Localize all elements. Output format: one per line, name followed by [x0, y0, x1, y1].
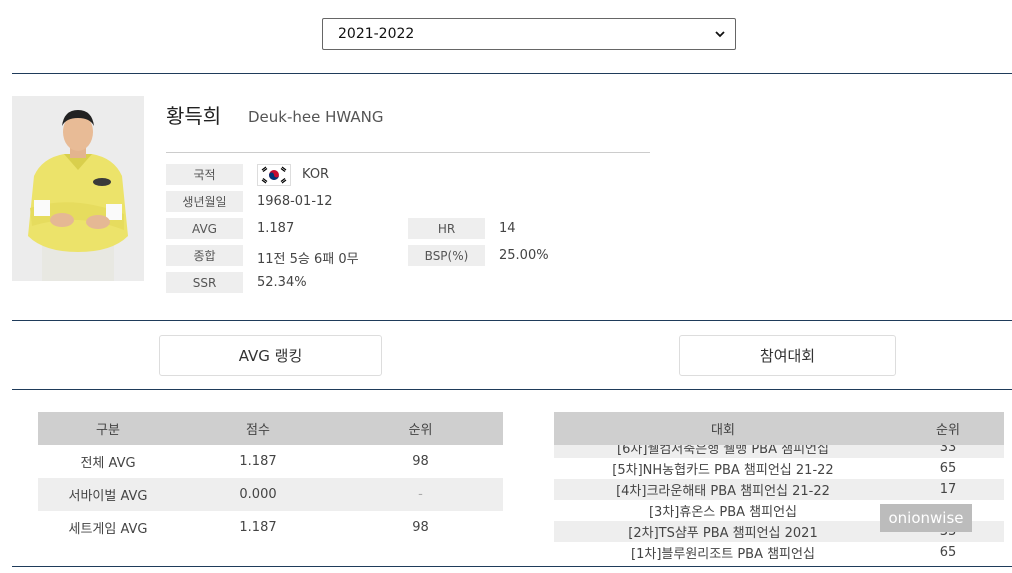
table-row: 세트게임 AVG 1.187 98	[38, 511, 503, 544]
tournament-rank: 65	[939, 461, 957, 476]
player-photo	[12, 96, 144, 281]
divider	[12, 73, 1012, 74]
tournament-name[interactable]: [4차]크라운해태 PBA 챔피언십 21-22	[554, 480, 892, 499]
tournament-name[interactable]: [3차]휴온스 PBA 챔피언십	[554, 501, 892, 520]
bsp-value: 25.00%	[499, 248, 549, 263]
table-header: 구분 점수 순위	[38, 412, 503, 445]
row-score: 1.187	[239, 520, 277, 535]
tournament-rank: 33	[939, 445, 957, 455]
avg-value: 1.187	[257, 221, 295, 236]
chevron-down-icon	[715, 31, 725, 38]
table-row: 서바이벌 AVG 0.000 -	[38, 478, 503, 511]
tournament-table: 대회 순위 [6차]웰컴저축은행 웰뱅 PBA 챔피언십 33 [5차]NH농협…	[554, 412, 1004, 563]
row-rank: 98	[412, 520, 429, 535]
season-select[interactable]: 2021-2022	[322, 18, 736, 50]
row-rank: 98	[412, 454, 429, 469]
ssr-label: SSR	[166, 272, 243, 293]
record-value: 11전 5승 6패 0무	[257, 252, 359, 267]
row-rank: -	[418, 487, 423, 502]
divider	[12, 320, 1012, 321]
table-row: [1차]블루원리조트 PBA 챔피언십 65	[554, 542, 1004, 563]
tournament-name[interactable]: [6차]웰컴저축은행 웰뱅 PBA 챔피언십	[554, 445, 892, 457]
country-value: KOR	[302, 167, 330, 182]
tournament-name[interactable]: [5차]NH농협카드 PBA 챔피언십 21-22	[554, 459, 892, 478]
column-header: 대회	[711, 423, 735, 438]
name-divider	[166, 152, 650, 153]
avg-label: AVG	[166, 218, 243, 239]
table-row: [4차]크라운해태 PBA 챔피언십 21-22 17	[554, 479, 1004, 500]
player-name-english: Deuk-hee HWANG	[248, 108, 384, 126]
record-label: 종합	[166, 245, 243, 266]
divider	[12, 389, 1012, 390]
row-category: 세트게임 AVG	[68, 522, 148, 537]
birth-label: 생년월일	[166, 191, 243, 212]
divider	[12, 566, 1012, 567]
table-row: [6차]웰컴저축은행 웰뱅 PBA 챔피언십 33	[554, 445, 1004, 458]
column-header: 순위	[936, 423, 960, 438]
column-header: 순위	[408, 423, 433, 438]
avg-ranking-table: 구분 점수 순위 전체 AVG 1.187 98 서바이벌 AVG 0.000 …	[38, 412, 503, 544]
tournament-name[interactable]: [2차]TS샴푸 PBA 챔피언십 2021	[554, 522, 892, 541]
country-label: 국적	[166, 164, 243, 185]
table-row: [5차]NH농협카드 PBA 챔피언십 21-22 65	[554, 458, 1004, 479]
row-category: 서바이벌 AVG	[68, 489, 148, 504]
ssr-value: 52.34%	[257, 275, 307, 290]
tab-avg-ranking[interactable]: AVG 랭킹	[159, 335, 382, 376]
tab-tournaments[interactable]: 참여대회	[679, 335, 896, 376]
column-header: 구분	[96, 423, 120, 438]
tournament-rank: 65	[939, 545, 957, 560]
player-name-korean: 황득희	[166, 104, 222, 128]
bsp-label: BSP(%)	[408, 245, 485, 266]
korea-flag-icon	[257, 164, 291, 186]
tournament-rank: 17	[939, 482, 957, 497]
hr-label: HR	[408, 218, 485, 239]
table-header: 대회 순위	[554, 412, 1004, 445]
row-score: 1.187	[239, 454, 277, 469]
birth-value: 1968-01-12	[257, 194, 333, 209]
season-select-value: 2021-2022	[338, 26, 415, 42]
row-score: 0.000	[239, 487, 277, 502]
column-header: 점수	[246, 423, 270, 438]
watermark: onionwise	[880, 504, 972, 532]
row-category: 전체 AVG	[80, 456, 136, 471]
tournament-name[interactable]: [1차]블루원리조트 PBA 챔피언십	[554, 543, 892, 562]
table-row: 전체 AVG 1.187 98	[38, 445, 503, 478]
hr-value: 14	[499, 221, 516, 236]
